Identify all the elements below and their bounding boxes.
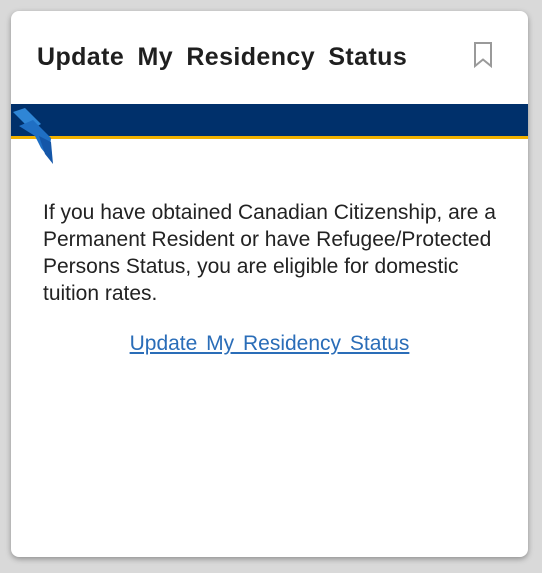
brand-logo-icon xyxy=(13,108,53,164)
bookmark-icon[interactable] xyxy=(471,41,495,69)
update-residency-link[interactable]: Update My Residency Status xyxy=(130,332,410,355)
card-header: Update My Residency Status xyxy=(11,11,528,104)
card-title: Update My Residency Status xyxy=(37,43,408,71)
eligibility-text: If you have obtained Canadian Citizenshi… xyxy=(43,201,496,305)
residency-card: Update My Residency Status If you have o… xyxy=(11,11,528,557)
card-banner xyxy=(11,104,528,164)
link-container: Update My Residency Status xyxy=(43,332,496,356)
card-body: If you have obtained Canadian Citizenshi… xyxy=(11,139,528,356)
